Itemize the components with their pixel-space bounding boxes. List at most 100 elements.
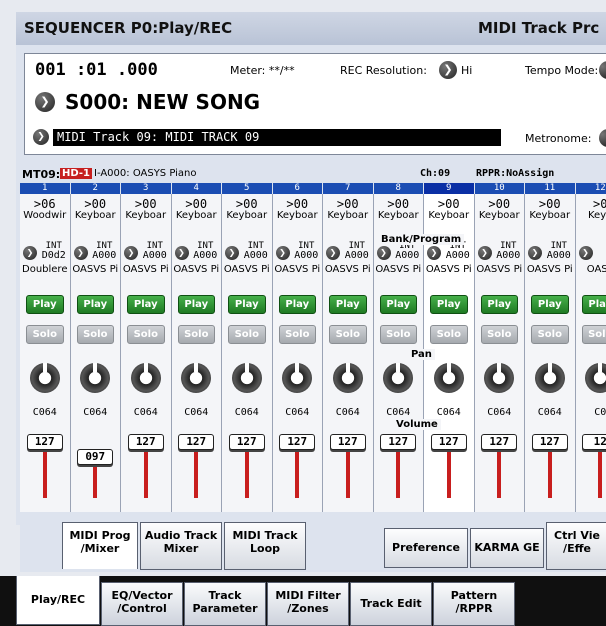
category-number[interactable]: >06 bbox=[20, 198, 70, 210]
volume-value[interactable]: 127 bbox=[481, 434, 518, 450]
play-button[interactable]: Play bbox=[228, 295, 266, 314]
volume-value[interactable]: 127 bbox=[531, 434, 568, 450]
volume-value[interactable]: 127 bbox=[26, 434, 63, 450]
solo-button[interactable]: Solo bbox=[177, 325, 215, 344]
volume-value[interactable]: 127 bbox=[127, 434, 164, 450]
tab-midi-prog-mixer[interactable]: MIDI Prog /Mixer bbox=[62, 522, 138, 569]
pan-knob[interactable] bbox=[585, 363, 606, 393]
solo-button[interactable]: Solo bbox=[581, 325, 606, 344]
tab-preference[interactable]: Preference bbox=[384, 528, 468, 568]
track-select-field[interactable]: MIDI Track 09: MIDI TRACK 09 bbox=[53, 129, 501, 146]
play-button[interactable]: Play bbox=[76, 295, 114, 314]
volume-value[interactable]: 12 bbox=[582, 434, 606, 450]
category-number[interactable]: >00 bbox=[71, 198, 121, 210]
tab-audio-track-mixer[interactable]: Audio Track Mixer bbox=[140, 522, 222, 570]
play-button[interactable]: Play bbox=[278, 295, 316, 314]
bank-program-popup-icon[interactable]: ❯ bbox=[73, 246, 88, 260]
pan-knob[interactable] bbox=[534, 363, 565, 393]
program-number[interactable]: D0d2 bbox=[38, 251, 70, 261]
program-number[interactable]: A000 bbox=[89, 251, 121, 261]
bank-program-popup-icon[interactable]: ❯ bbox=[427, 246, 441, 260]
solo-button[interactable]: Solo bbox=[531, 325, 569, 344]
solo-button[interactable]: Solo bbox=[329, 325, 367, 344]
solo-button[interactable]: Solo bbox=[379, 325, 417, 344]
solo-button[interactable]: Solo bbox=[26, 325, 64, 344]
bottom-tab-track-parameter[interactable]: Track Parameter bbox=[184, 582, 266, 626]
bank-program-popup-icon[interactable]: ❯ bbox=[326, 246, 340, 260]
volume-value[interactable]: 127 bbox=[178, 434, 215, 450]
bank-program-popup-icon[interactable]: ❯ bbox=[225, 246, 239, 260]
play-button[interactable]: Play bbox=[531, 295, 569, 314]
play-button[interactable]: Play bbox=[127, 295, 165, 314]
pan-knob[interactable] bbox=[80, 363, 111, 393]
category-number[interactable]: >00 bbox=[374, 198, 424, 210]
play-button[interactable]: Play bbox=[581, 295, 606, 314]
bottom-tab-pattern-rppr[interactable]: Pattern /RPPR bbox=[433, 582, 515, 626]
category-number[interactable]: >00 bbox=[172, 198, 222, 210]
bank-program-popup-icon[interactable]: ❯ bbox=[528, 246, 542, 260]
category-number[interactable]: >00 bbox=[222, 198, 272, 210]
program-number[interactable]: A bbox=[594, 251, 606, 261]
solo-button[interactable]: Solo bbox=[127, 325, 165, 344]
play-button[interactable]: Play bbox=[26, 295, 64, 314]
category-number[interactable]: >00 bbox=[475, 198, 525, 210]
category-number[interactable]: >00 bbox=[121, 198, 171, 210]
bottom-tab-track-edit[interactable]: Track Edit bbox=[350, 582, 432, 626]
play-button[interactable]: Play bbox=[329, 295, 367, 314]
program-number[interactable]: A000 bbox=[341, 251, 373, 261]
pan-knob[interactable] bbox=[383, 363, 414, 393]
volume-value[interactable]: 127 bbox=[228, 434, 265, 450]
volume-value[interactable]: 097 bbox=[77, 449, 114, 465]
meter-display[interactable]: Meter: **/** bbox=[230, 64, 295, 77]
category-number[interactable]: >00 bbox=[424, 198, 474, 210]
category-number[interactable]: >0 bbox=[576, 198, 606, 210]
bank-program-popup-icon[interactable]: ❯ bbox=[124, 246, 138, 260]
program-number[interactable]: A000 bbox=[139, 251, 171, 261]
category-number[interactable]: >00 bbox=[323, 198, 373, 210]
program-number[interactable]: A000 bbox=[392, 251, 424, 261]
solo-button[interactable]: Solo bbox=[228, 325, 266, 344]
bottom-tab-play-rec[interactable]: Play/REC bbox=[16, 576, 100, 625]
bank-program-popup-icon[interactable]: ❯ bbox=[23, 246, 37, 260]
program-number[interactable]: A000 bbox=[543, 251, 575, 261]
pan-knob[interactable] bbox=[282, 363, 313, 393]
volume-value[interactable]: 127 bbox=[380, 434, 417, 450]
bank-program-popup-icon[interactable]: ❯ bbox=[578, 246, 593, 260]
volume-value[interactable]: 127 bbox=[329, 434, 366, 450]
solo-button[interactable]: Solo bbox=[278, 325, 316, 344]
program-number[interactable]: A000 bbox=[240, 251, 272, 261]
bottom-tab-eq-vector-control[interactable]: EQ/Vector /Control bbox=[101, 582, 183, 626]
category-number[interactable]: >00 bbox=[273, 198, 323, 210]
bank-program-popup-icon[interactable]: ❯ bbox=[174, 246, 189, 260]
song-select-popup-icon[interactable]: ❯ bbox=[35, 92, 55, 112]
pan-knob[interactable] bbox=[29, 363, 60, 393]
pan-knob[interactable] bbox=[433, 363, 464, 393]
pan-knob[interactable] bbox=[231, 363, 262, 393]
solo-button[interactable]: Solo bbox=[430, 325, 468, 344]
metronome-popup-icon[interactable] bbox=[599, 129, 606, 147]
tab-ctrl-view-effect[interactable]: Ctrl Vie /Effe bbox=[546, 522, 606, 570]
bank-program-popup-icon[interactable]: ❯ bbox=[477, 246, 492, 260]
pan-knob[interactable] bbox=[181, 363, 212, 393]
program-number[interactable]: A000 bbox=[190, 251, 222, 261]
solo-button[interactable]: Solo bbox=[480, 325, 518, 344]
tab-midi-track-loop[interactable]: MIDI Track Loop bbox=[224, 522, 306, 570]
rec-resolution-popup-icon[interactable]: ❯ bbox=[439, 61, 457, 79]
pan-knob[interactable] bbox=[130, 363, 161, 393]
play-button[interactable]: Play bbox=[177, 295, 215, 314]
play-button[interactable]: Play bbox=[480, 295, 518, 314]
song-name[interactable]: S000: NEW SONG bbox=[65, 90, 260, 114]
pan-knob[interactable] bbox=[332, 363, 363, 393]
program-number[interactable]: A000 bbox=[442, 251, 474, 261]
solo-button[interactable]: Solo bbox=[76, 325, 114, 344]
play-button[interactable]: Play bbox=[430, 295, 468, 314]
bank-program-popup-icon[interactable]: ❯ bbox=[275, 246, 290, 260]
location-counter[interactable]: 001 :01 .000 bbox=[35, 60, 158, 80]
play-button[interactable]: Play bbox=[379, 295, 417, 314]
category-number[interactable]: >00 bbox=[525, 198, 575, 210]
track-select-popup-icon[interactable]: ❯ bbox=[33, 129, 49, 145]
pan-knob[interactable] bbox=[484, 363, 515, 393]
program-number[interactable]: A000 bbox=[291, 251, 323, 261]
tab-karma-ge[interactable]: KARMA GE bbox=[470, 528, 544, 568]
bank-program-popup-icon[interactable]: ❯ bbox=[376, 246, 391, 260]
